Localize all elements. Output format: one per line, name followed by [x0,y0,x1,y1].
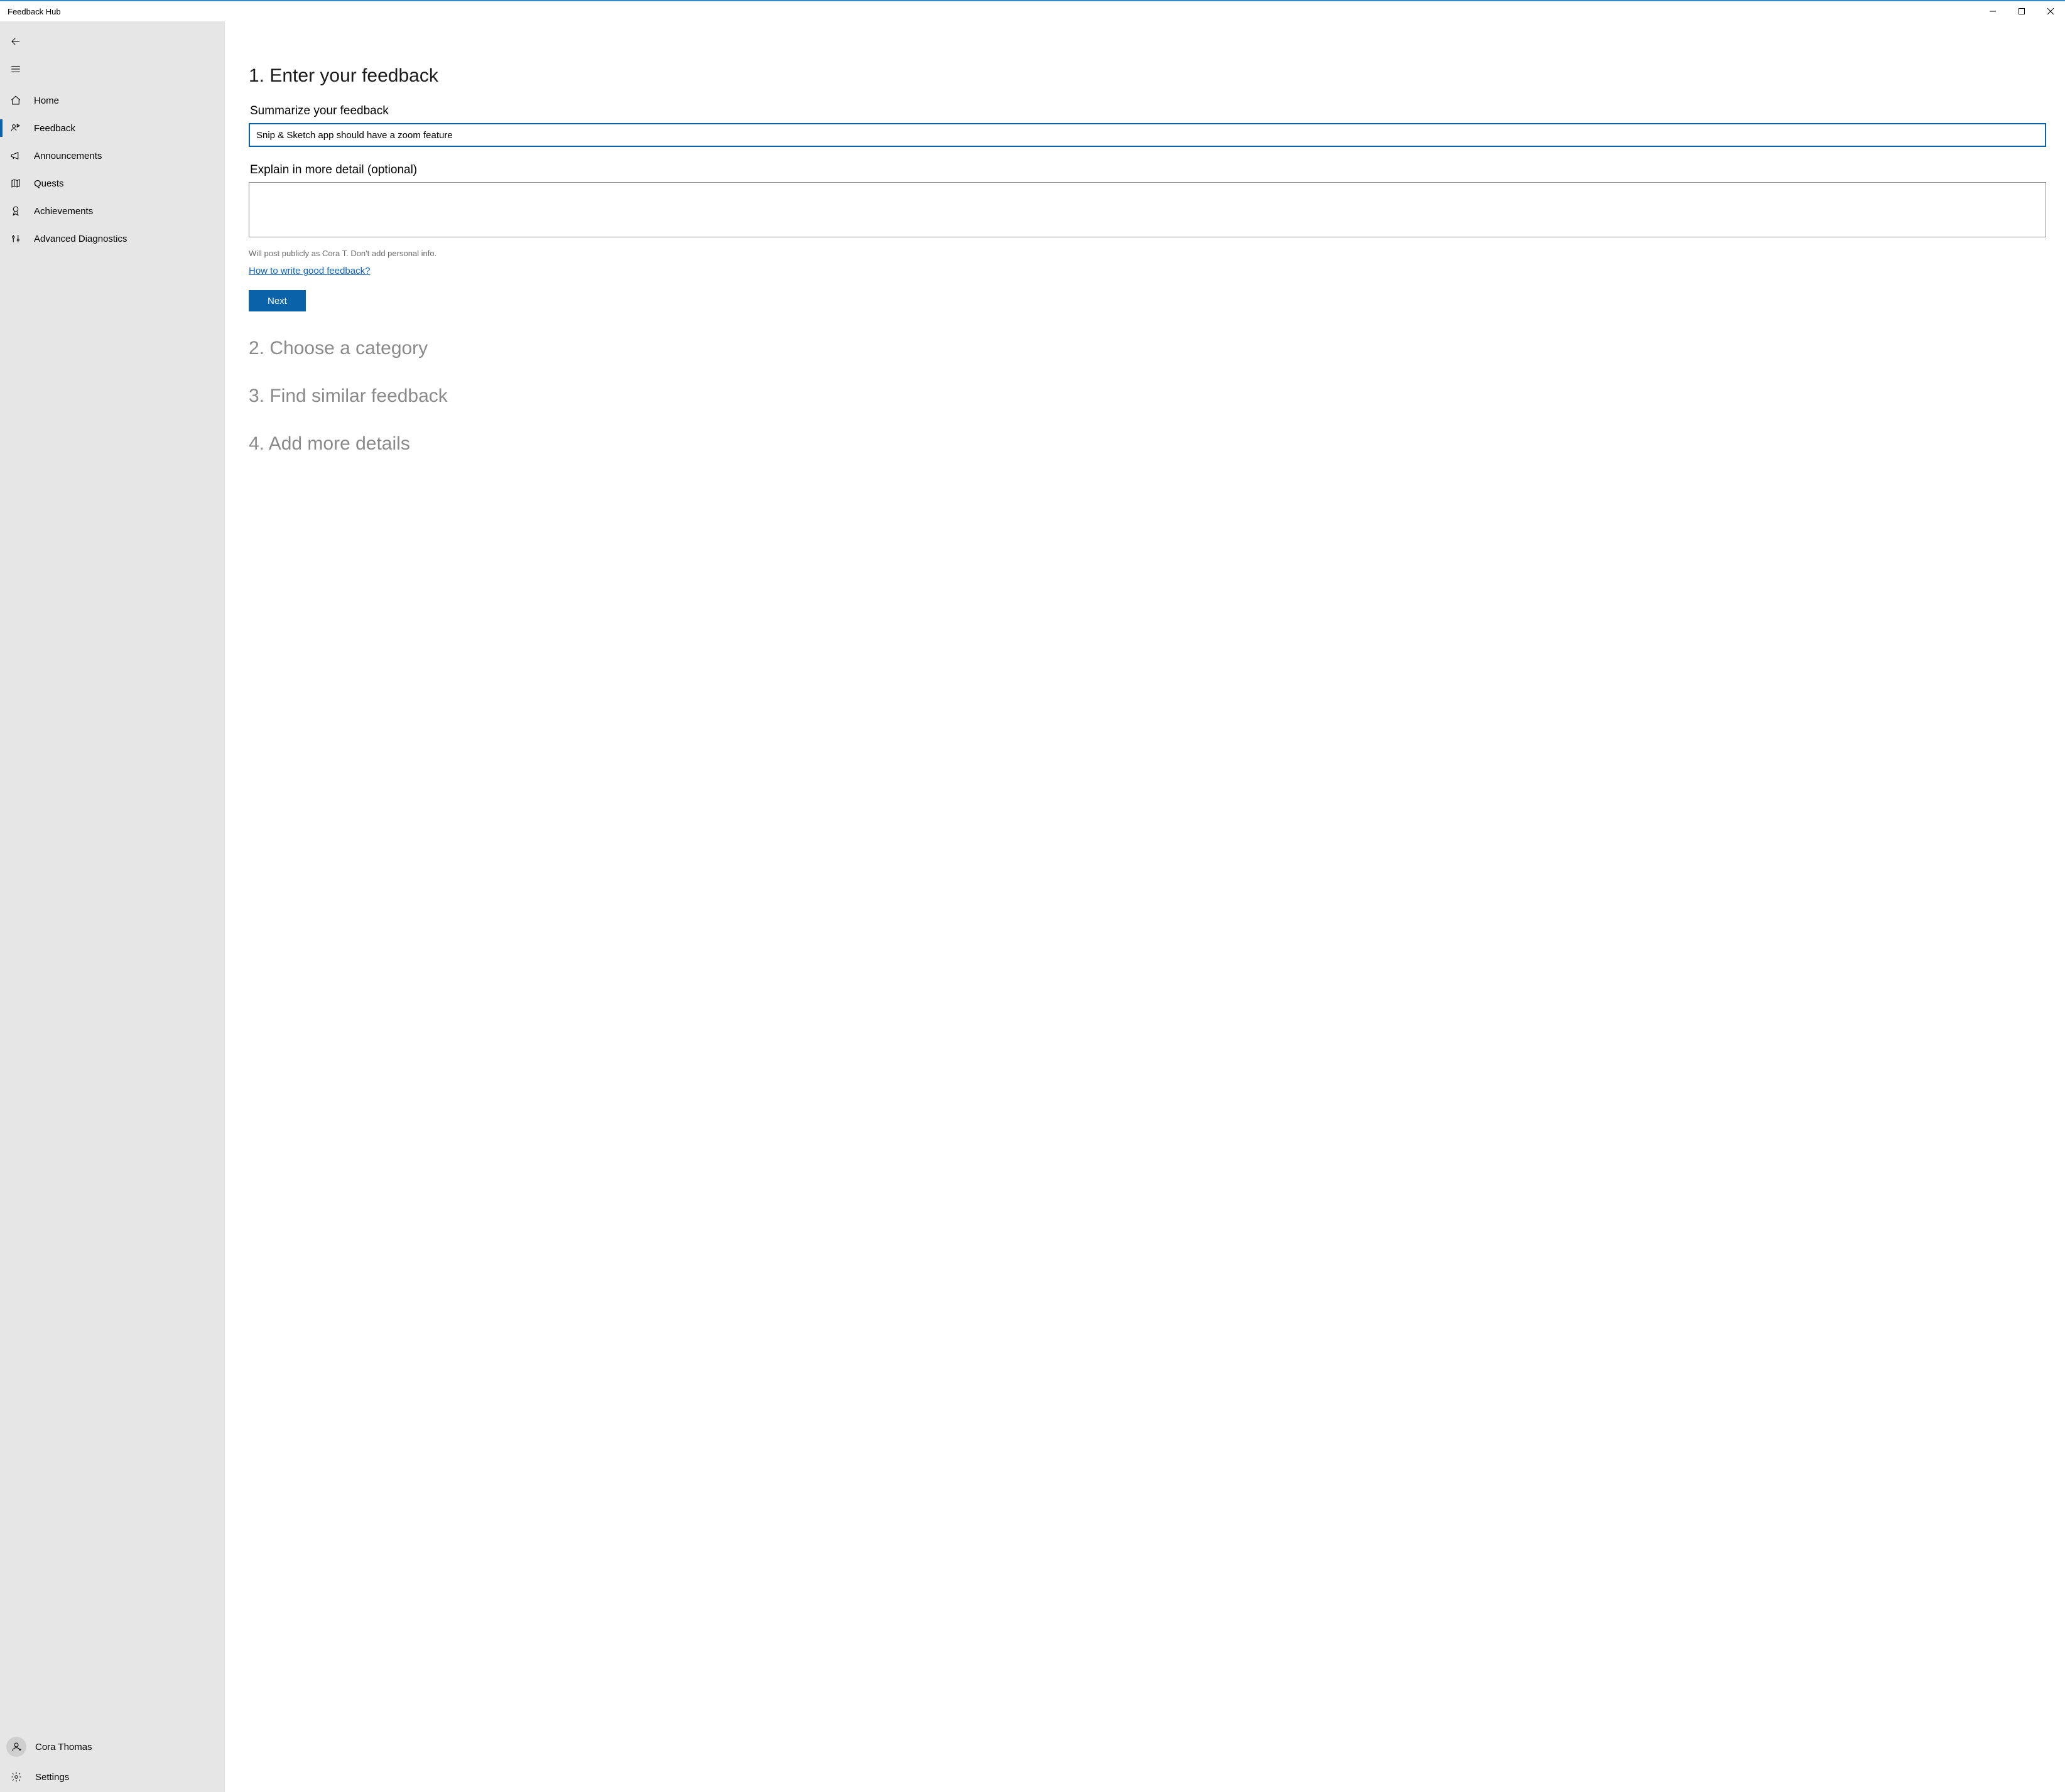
window-controls [1978,1,2065,21]
step-2-title: 2. Choose a category [249,338,2046,359]
sidebar-item-achievements[interactable]: Achievements [0,197,225,225]
hamburger-icon [9,63,23,75]
user-name: Cora Thomas [35,1742,92,1752]
maximize-button[interactable] [2007,1,2036,21]
sidebar: Home Feedback Announcements Quests [0,21,225,1792]
main-content: 1. Enter your feedback Summarize your fe… [225,21,2065,1792]
title-bar: Feedback Hub [0,1,2065,21]
publish-note: Will post publicly as Cora T. Don't add … [249,249,2046,258]
detail-field-block: Explain in more detail (optional) [249,163,2046,240]
sidebar-item-label: Home [34,95,59,106]
summary-label: Summarize your feedback [250,104,2046,118]
hamburger-button[interactable] [0,55,225,83]
gear-icon [6,1771,26,1783]
step-3-title: 3. Find similar feedback [249,386,2046,407]
step-1-title: 1. Enter your feedback [249,65,2046,87]
user-account-row[interactable]: Cora Thomas [0,1732,225,1762]
summary-field-block: Summarize your feedback [249,104,2046,147]
back-button[interactable] [0,28,225,55]
sidebar-item-quests[interactable]: Quests [0,170,225,197]
feedback-icon [9,122,23,134]
sidebar-item-advanced-diagnostics[interactable]: Advanced Diagnostics [0,225,225,252]
detail-textarea[interactable] [249,182,2046,237]
map-icon [9,178,23,189]
diagnostics-icon [9,233,23,244]
sidebar-item-label: Achievements [34,206,93,217]
next-button[interactable]: Next [249,290,306,311]
detail-label: Explain in more detail (optional) [250,163,2046,177]
home-icon [9,95,23,106]
sidebar-item-feedback[interactable]: Feedback [0,114,225,142]
back-arrow-icon [9,36,23,47]
step-4-title: 4. Add more details [249,433,2046,455]
window-title: Feedback Hub [8,7,61,16]
summary-input[interactable] [249,123,2046,147]
minimize-button[interactable] [1978,1,2007,21]
avatar [6,1737,26,1757]
write-good-feedback-link[interactable]: How to write good feedback? [249,266,370,276]
sidebar-item-settings[interactable]: Settings [0,1762,225,1792]
award-icon [9,205,23,217]
sidebar-item-label: Feedback [34,123,75,134]
sidebar-item-label: Settings [35,1772,69,1783]
sidebar-item-label: Advanced Diagnostics [34,234,127,244]
close-button[interactable] [2036,1,2065,21]
sidebar-item-home[interactable]: Home [0,87,225,114]
sidebar-item-announcements[interactable]: Announcements [0,142,225,170]
sidebar-item-label: Announcements [34,151,102,161]
megaphone-icon [9,150,23,161]
sidebar-item-label: Quests [34,178,64,189]
